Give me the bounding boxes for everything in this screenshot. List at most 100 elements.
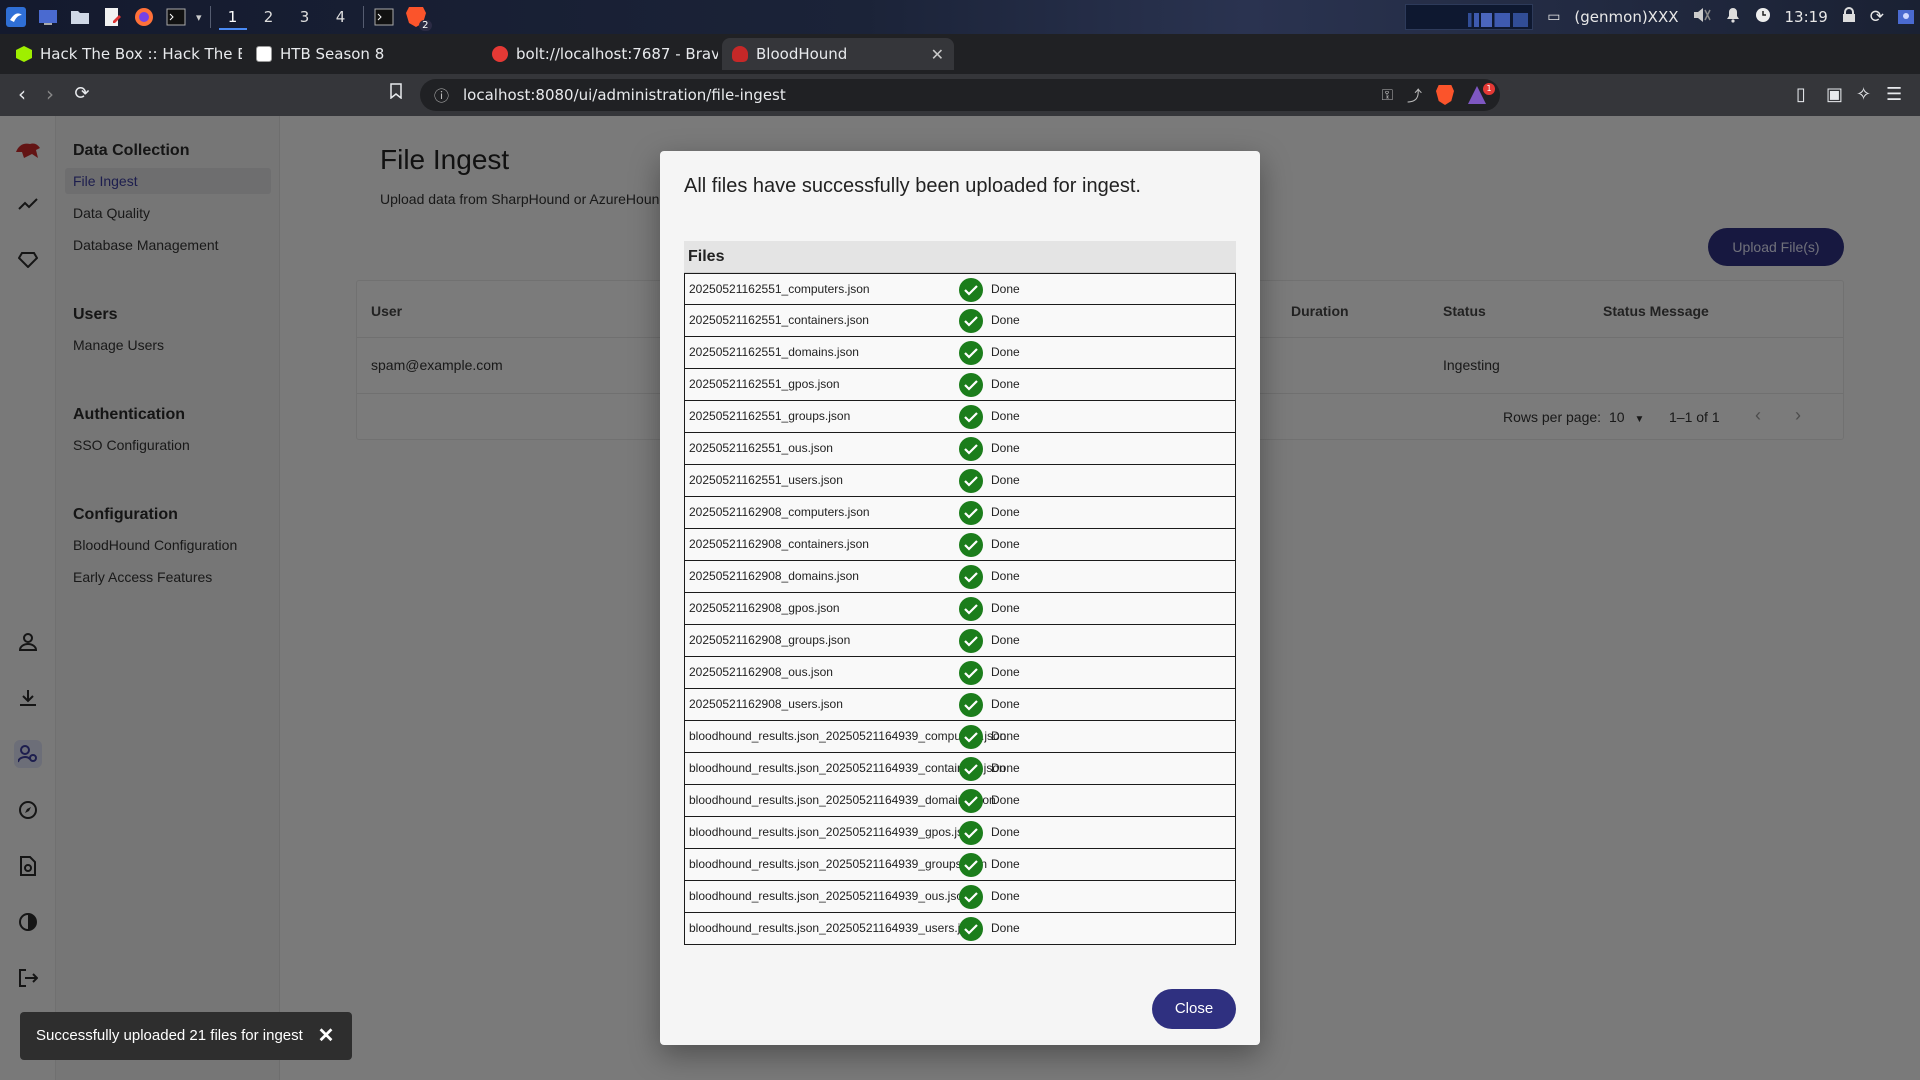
file-row: 20250521162551_ous.json Done xyxy=(684,433,1236,465)
file-status: Done xyxy=(991,377,1020,391)
terminal-icon[interactable] xyxy=(164,5,188,29)
tab-title: bolt://localhost:7687 - Brave xyxy=(516,45,718,63)
bell-icon[interactable] xyxy=(1725,7,1741,27)
file-row: bloodhound_results.json_20250521164939_c… xyxy=(684,753,1236,785)
lock-icon[interactable] xyxy=(1842,7,1856,27)
file-row: 20250521162908_computers.json Done xyxy=(684,497,1236,529)
file-name: 20250521162908_groups.json xyxy=(689,633,851,647)
file-name: bloodhound_results.json_20250521164939_o… xyxy=(689,889,970,903)
taskbar-separator xyxy=(209,6,211,28)
file-row: 20250521162551_domains.json Done xyxy=(684,337,1236,369)
file-status: Done xyxy=(991,857,1020,871)
check-circle-icon xyxy=(959,693,983,717)
file-name: 20250521162551_ous.json xyxy=(689,441,833,455)
dialog-title: All files have successfully been uploade… xyxy=(684,175,1141,197)
forward-icon[interactable]: › xyxy=(38,82,62,106)
reload-icon[interactable]: ⟳ xyxy=(70,82,94,106)
files-table: Files 20250521162551_computers.json Done … xyxy=(684,241,1236,945)
address-bar[interactable]: ⓘ localhost:8080/ui/administration/file-… xyxy=(420,79,1500,111)
clock-icon xyxy=(1755,7,1771,27)
file-row: 20250521162551_computers.json Done xyxy=(684,273,1236,305)
file-row: 20250521162551_groups.json Done xyxy=(684,401,1236,433)
browser-tab-bar: Hack The Box :: Hack The Bo HTB Season 8… xyxy=(0,34,1920,98)
file-status: Done xyxy=(991,601,1020,615)
workspace-4[interactable]: 4 xyxy=(327,4,355,30)
file-name: 20250521162551_users.json xyxy=(689,473,843,487)
file-row: bloodhound_results.json_20250521164939_o… xyxy=(684,881,1236,913)
file-manager-icon[interactable] xyxy=(68,5,92,29)
notion-favicon-icon xyxy=(256,46,272,62)
upload-snackbar: Successfully uploaded 21 files for inges… xyxy=(20,1012,352,1060)
clock-time[interactable]: 13:19 xyxy=(1785,8,1828,26)
file-name: 20250521162551_containers.json xyxy=(689,313,869,327)
file-row: bloodhound_results.json_20250521164939_u… xyxy=(684,913,1236,945)
share-icon[interactable]: ⤴ xyxy=(1407,85,1422,106)
file-status: Done xyxy=(991,729,1020,743)
file-status: Done xyxy=(991,537,1020,551)
mute-icon[interactable] xyxy=(1693,7,1711,27)
brave-window-icon[interactable]: 2 xyxy=(404,5,432,31)
check-circle-icon xyxy=(959,661,983,685)
file-row: 20250521162908_groups.json Done xyxy=(684,625,1236,657)
file-name: 20250521162908_containers.json xyxy=(689,537,869,551)
site-info-icon[interactable]: ⓘ xyxy=(434,85,449,106)
file-row: 20250521162908_containers.json Done xyxy=(684,529,1236,561)
file-name: 20250521162908_users.json xyxy=(689,697,843,711)
check-circle-icon xyxy=(959,597,983,621)
display-icon[interactable]: ▭ xyxy=(1547,9,1560,25)
file-name: 20250521162908_gpos.json xyxy=(689,601,840,615)
wallet-icon[interactable]: ▣ xyxy=(1826,84,1843,105)
system-load-graph xyxy=(1405,4,1534,30)
file-status: Done xyxy=(991,345,1020,359)
leo-ai-icon[interactable]: ✧ xyxy=(1856,84,1871,105)
desktop-taskbar: ▾ 1 2 3 4 2 ▭ (genmon)XXX 13:19 ⟳ xyxy=(0,0,1920,34)
sidebar-toggle-icon[interactable]: ▯ xyxy=(1796,84,1806,105)
desktop-icon[interactable] xyxy=(36,5,60,29)
user-icon[interactable] xyxy=(1898,6,1914,28)
chevron-down-icon[interactable]: ▾ xyxy=(196,11,202,24)
firefox-icon[interactable] xyxy=(132,5,156,29)
file-row: 20250521162908_domains.json Done xyxy=(684,561,1236,593)
workspace-2[interactable]: 2 xyxy=(255,4,283,30)
file-name: 20250521162908_ous.json xyxy=(689,665,833,679)
file-row: 20250521162551_users.json Done xyxy=(684,465,1236,497)
menu-icon[interactable]: ☰ xyxy=(1886,84,1902,105)
refresh-icon[interactable]: ⟳ xyxy=(1870,7,1884,27)
back-icon[interactable]: ‹ xyxy=(10,82,34,106)
window-count-badge: 2 xyxy=(419,20,432,31)
file-name: 20250521162551_gpos.json xyxy=(689,377,840,391)
file-name: 20250521162908_domains.json xyxy=(689,569,859,583)
file-status: Done xyxy=(991,473,1020,487)
tab-bloodhound[interactable]: BloodHound ✕ xyxy=(722,38,954,70)
check-circle-icon xyxy=(959,725,983,749)
bookmark-icon[interactable] xyxy=(384,82,408,106)
file-name: 20250521162551_domains.json xyxy=(689,345,859,359)
file-status: Done xyxy=(991,825,1020,839)
file-row: 20250521162551_gpos.json Done xyxy=(684,369,1236,401)
file-name: bloodhound_results.json_20250521164939_d… xyxy=(689,793,996,807)
check-circle-icon xyxy=(959,853,983,877)
check-circle-icon xyxy=(959,629,983,653)
url-text[interactable]: localhost:8080/ui/administration/file-in… xyxy=(463,86,1368,104)
brave-shields-icon[interactable] xyxy=(1436,85,1454,105)
terminal-window-icon[interactable] xyxy=(372,5,396,29)
file-status: Done xyxy=(991,697,1020,711)
tab-htb-season-8[interactable]: HTB Season 8 xyxy=(246,38,476,70)
tab-neo4j-browser[interactable]: bolt://localhost:7687 - Brave xyxy=(482,38,718,70)
close-button[interactable]: Close xyxy=(1152,989,1236,1029)
check-circle-icon xyxy=(959,469,983,493)
file-name: 20250521162908_computers.json xyxy=(689,505,870,519)
key-icon[interactable]: ⚿ xyxy=(1382,86,1393,104)
close-tab-icon[interactable]: ✕ xyxy=(931,45,944,64)
tab-hackthebox[interactable]: Hack The Box :: Hack The Bo xyxy=(6,38,242,70)
file-status: Done xyxy=(991,409,1020,423)
check-circle-icon xyxy=(959,341,983,365)
neo4j-favicon-icon xyxy=(492,46,508,62)
close-icon[interactable]: ✕ xyxy=(314,1024,338,1048)
check-circle-icon xyxy=(959,373,983,397)
app-menu-icon[interactable] xyxy=(4,5,28,29)
check-circle-icon xyxy=(959,757,983,781)
text-editor-icon[interactable] xyxy=(100,5,124,29)
workspace-1[interactable]: 1 xyxy=(218,4,247,30)
workspace-3[interactable]: 3 xyxy=(291,4,319,30)
